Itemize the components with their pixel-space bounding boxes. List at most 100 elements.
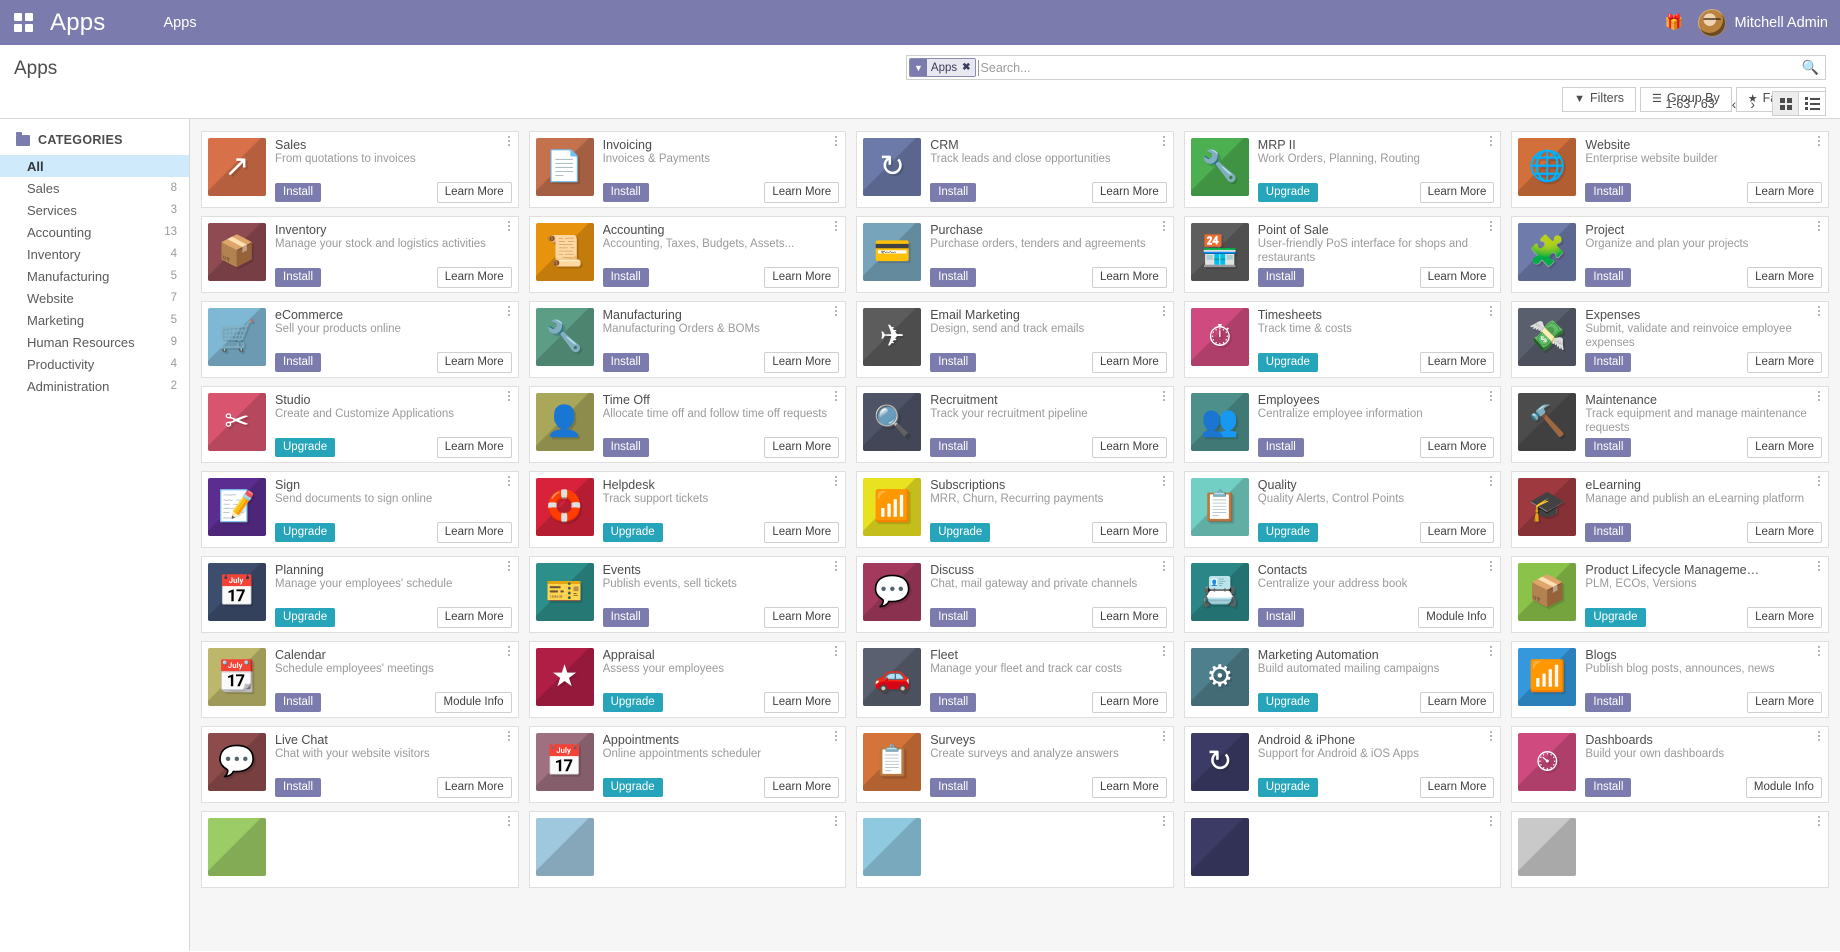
app-install-button[interactable]: Install	[1257, 268, 1304, 287]
kebab-menu-icon[interactable]	[504, 218, 514, 234]
nav-menu-apps[interactable]: Apps	[164, 15, 197, 31]
kebab-menu-icon[interactable]	[831, 388, 841, 404]
app-upgrade-button[interactable]: Upgrade	[1585, 608, 1646, 627]
app-install-button[interactable]: Install	[930, 268, 977, 287]
app-secondary-button[interactable]: Learn More	[1747, 182, 1822, 203]
app-card[interactable]: 📦 Inventory Manage your stock and logistic…	[201, 216, 519, 293]
kebab-menu-icon[interactable]	[1159, 813, 1169, 829]
app-secondary-button[interactable]: Learn More	[764, 437, 840, 458]
app-secondary-button[interactable]: Learn More	[764, 182, 840, 203]
app-secondary-button[interactable]: Learn More	[1747, 352, 1822, 373]
app-secondary-button[interactable]: Learn More	[764, 692, 840, 713]
kebab-menu-icon[interactable]	[1159, 133, 1169, 149]
app-secondary-button[interactable]: Learn More	[764, 777, 840, 798]
app-upgrade-button[interactable]: Upgrade	[1257, 353, 1318, 372]
pager-next-button[interactable]: ›	[1743, 96, 1762, 112]
app-card[interactable]: ↻ Android & iPhone Support for Android & i…	[1183, 726, 1502, 803]
app-upgrade-button[interactable]: Upgrade	[1257, 183, 1318, 202]
app-card[interactable]: 👤 Time Off Allocate time off and follow ti…	[528, 386, 847, 463]
app-install-button[interactable]: Install	[930, 608, 977, 627]
kebab-menu-icon[interactable]	[1814, 133, 1824, 149]
app-card[interactable]	[201, 811, 519, 888]
sidebar-item-marketing[interactable]: Marketing 5	[0, 309, 189, 331]
kebab-menu-icon[interactable]	[831, 728, 841, 744]
app-card[interactable]: 📜 Accounting Accounting, Taxes, Budgets, A…	[528, 216, 847, 293]
kebab-menu-icon[interactable]	[1814, 303, 1824, 319]
search-facet-apps[interactable]: ▼ Apps ✖	[909, 58, 976, 77]
app-card[interactable]: 📶 Subscriptions MRR, Churn, Recurring paym…	[856, 471, 1174, 548]
app-card[interactable]: ↗ Sales From quotations to invoices Install…	[201, 131, 519, 208]
sidebar-item-services[interactable]: Services 3	[0, 199, 189, 221]
app-secondary-button[interactable]: Learn More	[1419, 692, 1495, 713]
app-install-button[interactable]: Install	[930, 438, 977, 457]
app-card[interactable]	[528, 811, 847, 888]
app-upgrade-button[interactable]: Upgrade	[275, 523, 336, 542]
app-install-button[interactable]: Install	[1257, 608, 1304, 627]
kebab-menu-icon[interactable]	[1159, 558, 1169, 574]
app-card[interactable]: 📶 Blogs Publish blog posts, announces, new…	[1511, 641, 1829, 718]
kebab-menu-icon[interactable]	[831, 558, 841, 574]
app-secondary-button[interactable]: Learn More	[436, 607, 512, 628]
app-upgrade-button[interactable]: Upgrade	[930, 523, 991, 542]
kebab-menu-icon[interactable]	[1486, 473, 1496, 489]
app-secondary-button[interactable]: Learn More	[1747, 437, 1822, 458]
apps-grid-icon[interactable]	[14, 12, 34, 33]
app-secondary-button[interactable]: Learn More	[764, 352, 840, 373]
kebab-menu-icon[interactable]	[1159, 388, 1169, 404]
kebab-menu-icon[interactable]	[1159, 303, 1169, 319]
app-card[interactable]: 📋 Surveys Create surveys and analyze answe…	[856, 726, 1174, 803]
app-card[interactable]: 🧩 Project Organize and plan your projects I…	[1511, 216, 1829, 293]
app-upgrade-button[interactable]: Upgrade	[602, 778, 663, 797]
app-install-button[interactable]: Install	[930, 693, 977, 712]
kebab-menu-icon[interactable]	[1486, 133, 1496, 149]
app-secondary-button[interactable]: Module Info	[1745, 777, 1822, 798]
app-card[interactable]: 💳 Purchase Purchase orders, tenders and ag…	[856, 216, 1174, 293]
app-card[interactable]: ↻ CRM Track leads and close opportunities I…	[856, 131, 1174, 208]
kebab-menu-icon[interactable]	[1486, 303, 1496, 319]
app-card[interactable]: 📄 Invoicing Invoices & Payments Install Lear…	[528, 131, 847, 208]
app-install-button[interactable]: Install	[1585, 183, 1632, 202]
app-install-button[interactable]: Install	[1585, 693, 1632, 712]
app-secondary-button[interactable]: Learn More	[1419, 777, 1495, 798]
kebab-menu-icon[interactable]	[1814, 218, 1824, 234]
app-card[interactable]: 🏪 Point of Sale User-friendly PoS interfac…	[1183, 216, 1502, 293]
sidebar-item-sales[interactable]: Sales 8	[0, 177, 189, 199]
kebab-menu-icon[interactable]	[504, 133, 514, 149]
app-secondary-button[interactable]: Learn More	[436, 437, 512, 458]
kebab-menu-icon[interactable]	[831, 643, 841, 659]
list-view-button[interactable]	[1799, 91, 1826, 116]
app-secondary-button[interactable]: Learn More	[1747, 692, 1822, 713]
app-secondary-button[interactable]: Learn More	[1747, 522, 1822, 543]
app-install-button[interactable]: Install	[275, 353, 322, 372]
kebab-menu-icon[interactable]	[1486, 813, 1496, 829]
pager-previous-button[interactable]: ‹	[1725, 96, 1744, 112]
kanban-view-button[interactable]	[1772, 91, 1799, 116]
kebab-menu-icon[interactable]	[831, 303, 841, 319]
app-upgrade-button[interactable]: Upgrade	[275, 608, 336, 627]
kebab-menu-icon[interactable]	[504, 303, 514, 319]
app-install-button[interactable]: Install	[930, 183, 977, 202]
app-install-button[interactable]: Install	[1585, 523, 1632, 542]
sidebar-item-website[interactable]: Website 7	[0, 287, 189, 309]
app-card[interactable]: 📅 Planning Manage your employees' schedule…	[201, 556, 519, 633]
app-card[interactable]: 💬 Live Chat Chat with your website visitor…	[201, 726, 519, 803]
app-secondary-button[interactable]: Learn More	[764, 522, 840, 543]
app-secondary-button[interactable]: Learn More	[1091, 692, 1167, 713]
user-menu[interactable]: Mitchell Admin	[1697, 8, 1832, 37]
app-card[interactable]: 🔧 Manufacturing Manufacturing Orders & BOM…	[528, 301, 847, 378]
filters-button[interactable]: ▼ Filters	[1562, 87, 1637, 112]
app-install-button[interactable]: Install	[602, 608, 649, 627]
app-card[interactable]: 👥 Employees Centralize employee informatio…	[1183, 386, 1502, 463]
kebab-menu-icon[interactable]	[1159, 218, 1169, 234]
app-install-button[interactable]: Install	[930, 353, 977, 372]
app-card[interactable]: 🛟 Helpdesk Track support tickets Upgrade Lea…	[528, 471, 847, 548]
app-card[interactable]: 📅 Appointments Online appointments schedul…	[528, 726, 847, 803]
kebab-menu-icon[interactable]	[1814, 813, 1824, 829]
kebab-menu-icon[interactable]	[1814, 728, 1824, 744]
app-upgrade-button[interactable]: Upgrade	[275, 438, 336, 457]
app-upgrade-button[interactable]: Upgrade	[1257, 693, 1318, 712]
app-install-button[interactable]: Install	[275, 778, 322, 797]
app-secondary-button[interactable]: Learn More	[1419, 522, 1495, 543]
app-card[interactable]: 🔨 Maintenance Track equipment and manage m…	[1511, 386, 1829, 463]
app-card[interactable]: ★ Appraisal Assess your employees Upgrade Le…	[528, 641, 847, 718]
